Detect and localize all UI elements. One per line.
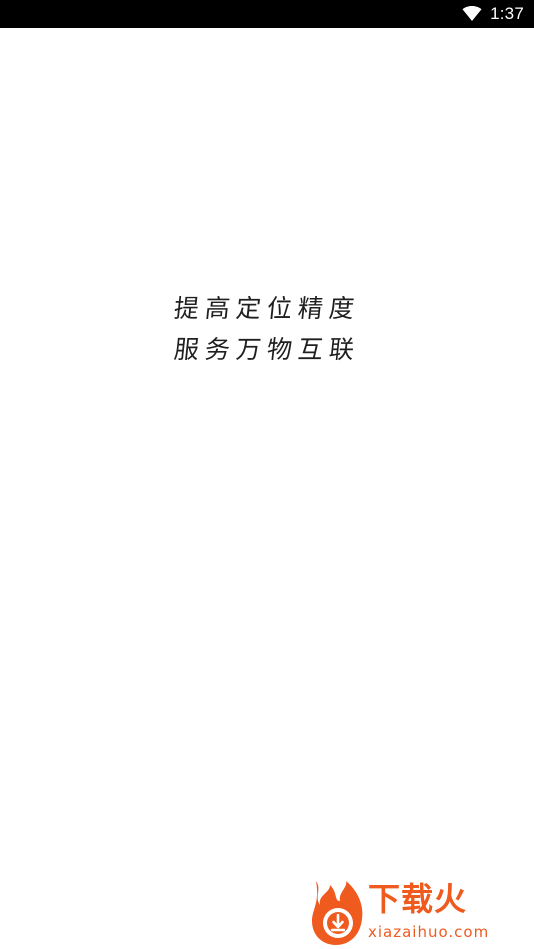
splash-line-2: 服务万物互联 (172, 335, 362, 364)
flame-download-icon (312, 881, 363, 945)
status-icons: 1:37 (462, 0, 524, 28)
watermark: 下载火 xiazaihuo.com (308, 879, 530, 947)
splash-line-1: 提高定位精度 (172, 294, 362, 323)
status-bar: 1:37 (0, 0, 534, 28)
watermark-url: xiazaihuo.com (368, 923, 490, 941)
wifi-icon (462, 6, 482, 21)
watermark-brand: 下载火 (368, 880, 468, 918)
status-time: 1:37 (490, 4, 524, 23)
